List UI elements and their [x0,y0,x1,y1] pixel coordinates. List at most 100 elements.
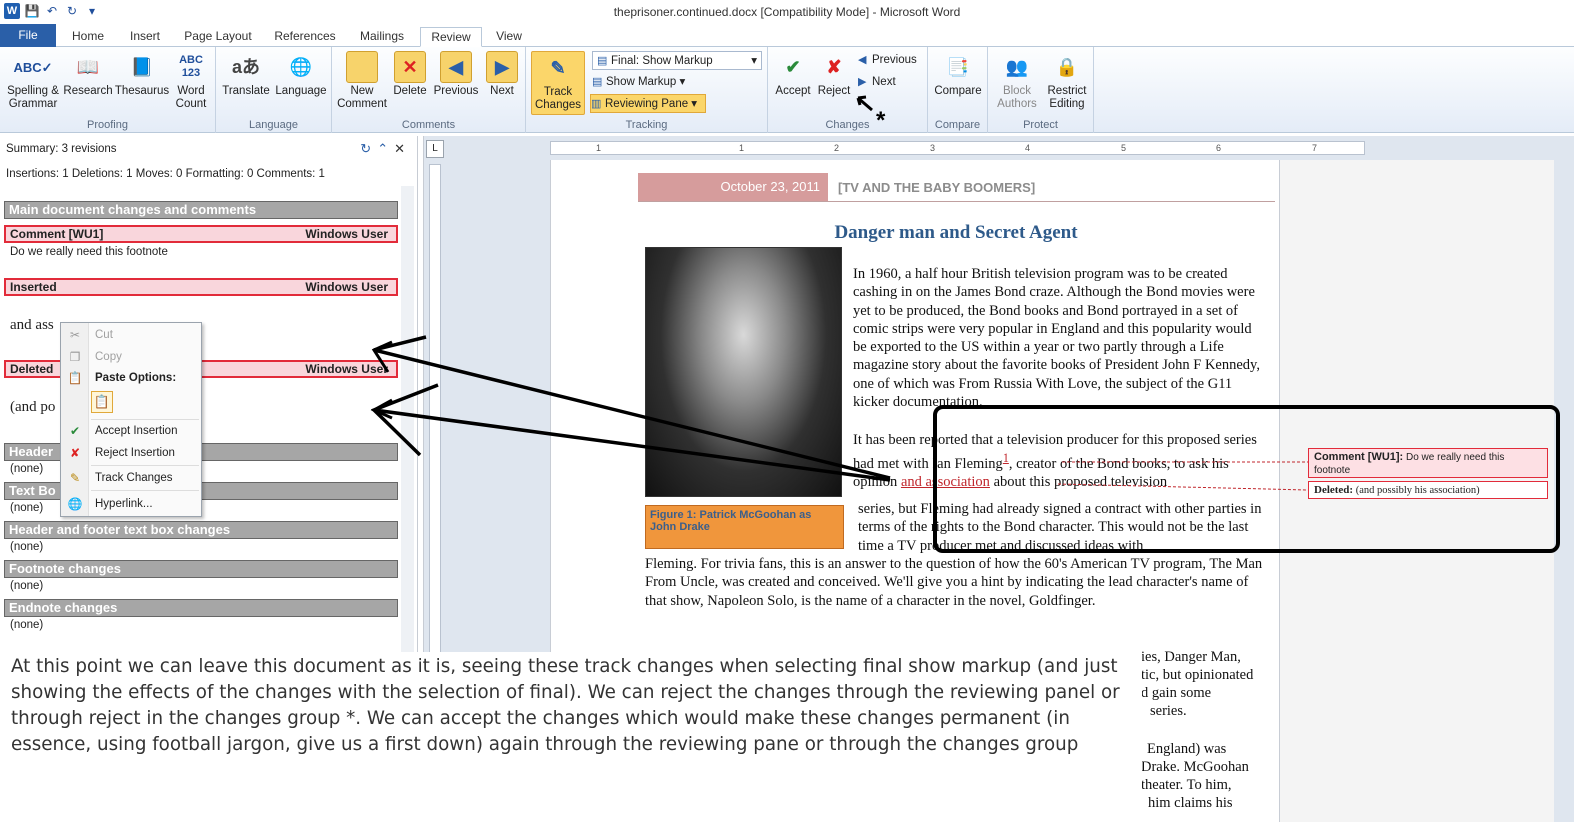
hf-textbox-section-header[interactable]: Header and footer text box changes [4,521,398,539]
collapse-icon[interactable]: ⌃ [377,141,388,157]
next-comment-icon: ▶ [486,51,518,83]
ruler-number: 5 [1121,143,1127,153]
reject-insertion-icon: ✘ [69,446,81,460]
paste-keep-text-icon[interactable]: 📋 [91,391,113,413]
textbox-none: (none) [10,502,44,514]
tab-references[interactable]: References [268,27,342,47]
track-changes-icon: ✎ [69,471,81,485]
menu-item-accept-insertion[interactable]: ✔ Accept Insertion [61,421,201,441]
reject-button[interactable]: ✘ Reject [814,51,854,98]
new-comment-button[interactable]: New Comment [336,51,388,111]
text-fragment: Drake. McGoohan [1141,759,1249,775]
display-for-review-select[interactable]: ▤ Final: Show Markup ▾ [592,51,762,70]
accept-insertion-icon: ✔ [69,424,81,438]
previous-comment-button[interactable]: ◀ Previous [432,51,480,98]
accept-icon: ✔ [785,56,801,77]
compare-button[interactable]: 📑 Compare [932,51,984,98]
endnote-section-header[interactable]: Endnote changes [4,599,398,617]
text-fragment: ies, Danger Man, [1141,649,1241,665]
block-authors-button[interactable]: 👥 Block Authors [992,51,1042,111]
tab-view[interactable]: View [490,27,528,47]
comment-revision-text[interactable]: Do we really need this footnote [10,246,168,258]
changes-group-label: Changes [825,119,870,131]
thesaurus-icon: 📘 [130,56,154,77]
word-count-button[interactable]: ABC 123 Word Count [170,51,212,111]
menu-item-hyperlink[interactable]: 🌐 Hyperlink... [61,494,201,514]
revision-summary: Summary: 3 revisions [6,143,117,155]
ruler-number: 6 [1216,143,1222,153]
tab-file[interactable]: File [0,24,56,47]
menu-item-cut[interactable]: ✂ Cut [61,325,201,345]
language-group-label: Language [249,119,298,131]
track-changes-button[interactable]: ✎ Track Changes [531,51,585,115]
text-fragment: him claims his [1148,795,1233,811]
delete-comment-button[interactable]: ✕ Delete [390,51,430,98]
tab-mailings[interactable]: Mailings [352,27,412,47]
tab-home[interactable]: Home [64,27,112,47]
spelling-icon: ABC✓ [13,59,53,75]
research-button[interactable]: 📖 Research [62,51,114,98]
globe-icon: 🌐 [289,56,313,77]
paragraph-4: Fleming. For trivia fans, this is an ans… [645,556,1263,609]
restrict-editing-button[interactable]: 🔒 Restrict Editing [1042,51,1092,111]
block-authors-icon: 👥 [1005,56,1029,77]
track-changes-icon: ✎ [550,57,566,78]
inserted-revision-header[interactable]: Inserted Windows User [4,278,398,296]
previous-comment-icon: ◀ [440,51,472,83]
thesaurus-button[interactable]: 📘 Thesaurus [114,51,170,98]
translate-button[interactable]: aあ Translate [220,51,272,98]
text-fragment: England) was [1147,741,1227,757]
reject-icon: ✘ [826,56,842,77]
title-bar: W 💾 ↶ ↻ ▾ theprisoner.continued.docx [Co… [0,0,1574,24]
hf-textbox-none: (none) [10,541,44,553]
footnote-section-header[interactable]: Footnote changes [4,560,398,578]
proofing-group: ABC✓ Spelling & Grammar 📖 Research 📘 The… [0,47,216,133]
header-title: [TV AND THE BABY BOOMERS] [838,180,1036,195]
text-fragment: tic, but opinionated [1141,667,1254,683]
menu-item-track-changes[interactable]: ✎ Track Changes [61,468,201,488]
tab-insert[interactable]: Insert [122,27,168,47]
tab-selector[interactable]: L [426,140,444,158]
text-fragment: d gain some [1141,685,1212,701]
next-comment-button[interactable]: ▶ Next [482,51,522,98]
endnote-none: (none) [10,619,44,631]
next-change-button[interactable]: ▶ Next [858,73,896,92]
horizontal-ruler: 1 1 2 3 4 5 6 7 [550,141,1365,155]
chevron-down-icon: ▾ [751,55,757,67]
menu-item-reject-insertion[interactable]: ✘ Reject Insertion [61,443,201,463]
spelling-grammar-button[interactable]: ABC✓ Spelling & Grammar [4,51,62,111]
refresh-icon[interactable]: ↻ [360,141,371,157]
proofing-group-label: Proofing [87,119,128,131]
close-icon[interactable]: ✕ [394,141,405,157]
window-title: theprisoner.continued.docx [Compatibilit… [613,5,961,19]
ribbon-tabs: File Home Insert Page Layout References … [0,24,1574,47]
text-fragment: series. [1150,703,1187,719]
tab-review[interactable]: Review [420,27,482,47]
reviewing-pane-button[interactable]: ▥ Reviewing Pane ▾ [590,94,706,113]
comments-group: New Comment ✕ Delete ◀ Previous ▶ Next C… [332,47,526,133]
inserted-revision-text[interactable]: and ass [10,317,54,334]
portrait-photo [645,247,842,497]
accept-button[interactable]: ✔ Accept [772,51,814,98]
text-fragment: theater. To him, [1141,777,1232,793]
protect-group-label: Protect [1023,119,1058,131]
pane-scrollbar[interactable] [401,186,414,706]
word-count-icon: ABC 123 [179,54,203,79]
previous-change-button[interactable]: ◀ Previous [858,51,917,70]
menu-item-copy[interactable]: ❐ Copy [61,347,201,367]
compare-icon: 📑 [946,56,970,77]
language-group: aあ Translate 🌐 Language Language [216,47,332,133]
ruler-number: 4 [1025,143,1031,153]
pane-controls: ↻ ⌃ ✕ [360,141,405,157]
language-button[interactable]: 🌐 Language [272,51,330,98]
comment-revision-header[interactable]: Comment [WU1] Windows User [4,225,398,243]
paragraph-1: In 1960, a half hour British television … [853,266,1260,411]
show-markup-button[interactable]: ▤ Show Markup ▾ [592,73,685,92]
research-icon: 📖 [76,56,100,77]
tracking-group: ✎ Track Changes ▤ Final: Show Markup ▾ ▤ S… [526,47,768,133]
scissors-icon: ✂ [69,328,81,342]
tab-page-layout[interactable]: Page Layout [180,27,256,47]
menu-separator [91,465,199,466]
main-section-header[interactable]: Main document changes and comments [4,201,398,219]
deleted-revision-text[interactable]: (and po [10,399,55,416]
